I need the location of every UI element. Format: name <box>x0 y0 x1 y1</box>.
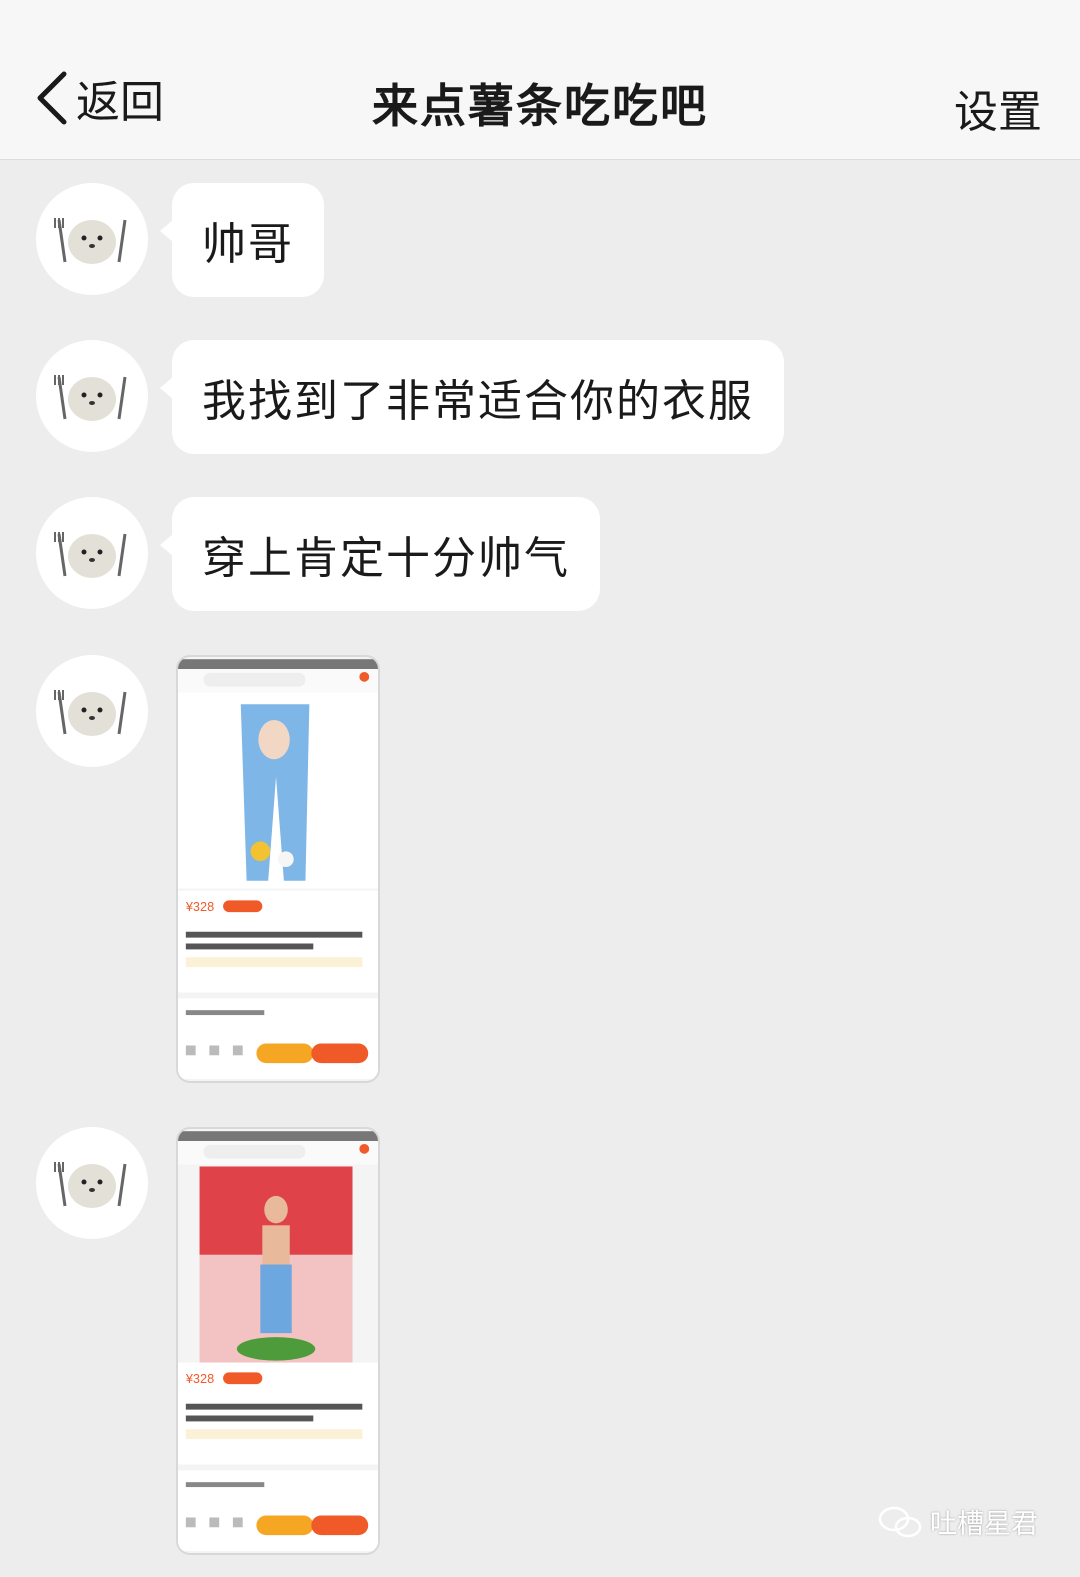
message-text: 帅哥 <box>172 183 324 297</box>
settings-button[interactable]: 设置 <box>954 76 1042 140</box>
avatar[interactable] <box>36 183 148 295</box>
avatar[interactable] <box>36 497 148 609</box>
seal-avatar-icon <box>54 532 127 578</box>
avatar[interactable] <box>36 340 148 452</box>
message-row: 穿上肯定十分帅气 <box>36 497 600 611</box>
product-screenshot-image: ¥328 <box>178 659 378 1079</box>
seal-avatar-icon <box>54 218 127 264</box>
image-message[interactable]: ¥328 <box>176 655 380 1083</box>
message-bubble[interactable]: 我找到了非常适合你的衣服 <box>160 340 784 454</box>
message-bubble[interactable]: 穿上肯定十分帅气 <box>160 497 600 611</box>
avatar[interactable] <box>36 655 148 767</box>
seal-avatar-icon <box>54 690 127 736</box>
message-row: 帅哥 <box>36 183 324 297</box>
avatar[interactable] <box>36 1127 148 1239</box>
nav-bar: 返回 来点薯条吃吃吧 设置 <box>0 0 1080 160</box>
product-screenshot-image: ¥328 <box>178 1131 378 1551</box>
product-price: ¥328 <box>185 899 214 914</box>
message-row: 我找到了非常适合你的衣服 <box>36 340 784 454</box>
chat-title: 来点薯条吃吃吧 <box>372 79 708 133</box>
message-bubble[interactable]: 帅哥 <box>160 183 324 297</box>
image-message[interactable]: ¥328 <box>176 1127 380 1555</box>
product-price: ¥328 <box>185 1371 214 1386</box>
seal-avatar-icon <box>54 375 127 421</box>
wechat-icon <box>878 1506 922 1537</box>
watermark: 吐槽星君 <box>878 1502 1038 1541</box>
message-row: ¥328 <box>36 1127 380 1555</box>
message-text: 我找到了非常适合你的衣服 <box>172 340 784 454</box>
seal-avatar-icon <box>54 1162 127 1208</box>
watermark-text: 吐槽星君 <box>930 1509 1038 1540</box>
message-row: ¥328 <box>36 655 380 1083</box>
message-text: 穿上肯定十分帅气 <box>172 497 600 611</box>
